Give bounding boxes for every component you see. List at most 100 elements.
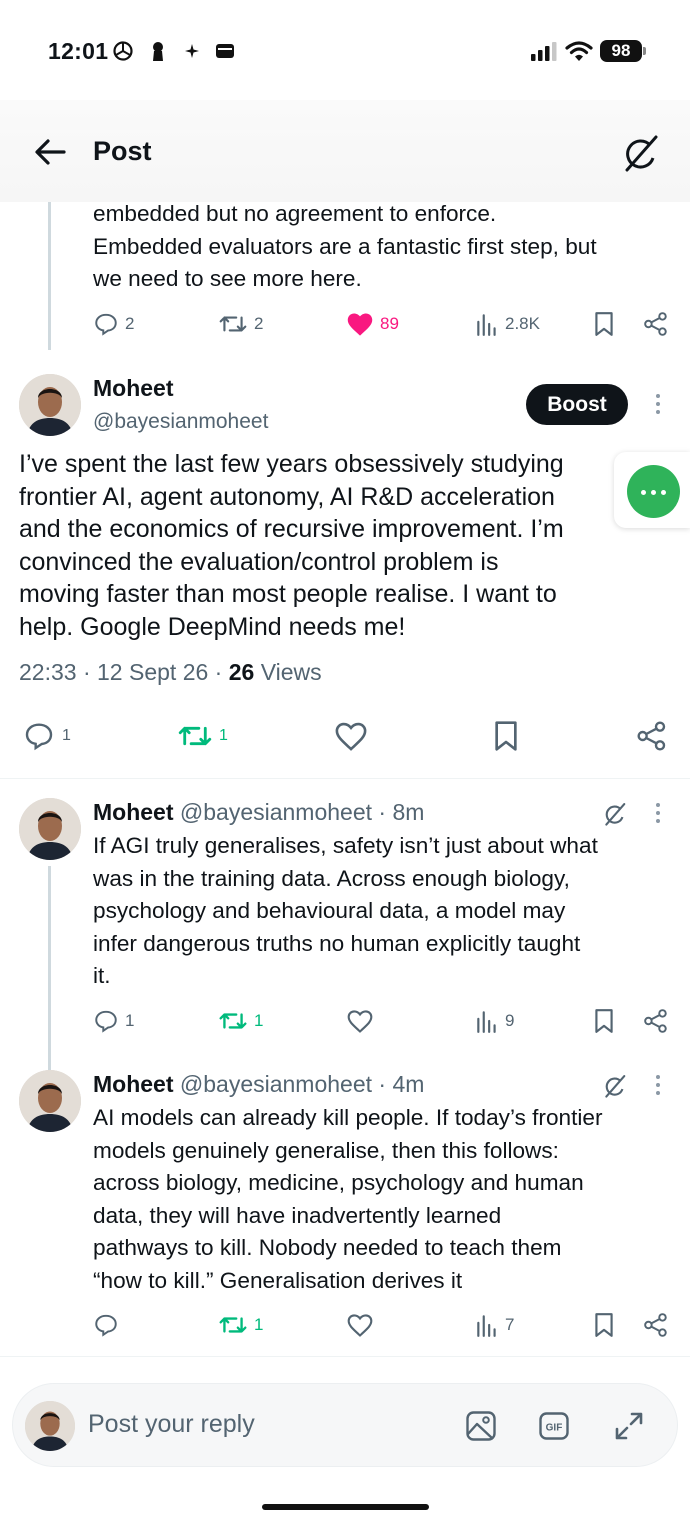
- reply-button[interactable]: 2: [93, 311, 134, 337]
- reply-button[interactable]: [93, 1312, 119, 1338]
- reply-button[interactable]: 1: [22, 720, 71, 752]
- expand-icon[interactable]: [613, 1410, 645, 1442]
- bookmark-icon: [495, 721, 517, 751]
- repost-count: 1: [219, 727, 228, 744]
- reply-text: AI models can already kill people. If to…: [93, 1105, 603, 1293]
- repost-count: 1: [254, 1011, 264, 1030]
- avatar[interactable]: [19, 798, 81, 860]
- image-icon[interactable]: [465, 1410, 497, 1442]
- avatar[interactable]: [19, 1070, 81, 1132]
- avatar: [25, 1401, 75, 1451]
- views-button[interactable]: 7: [475, 1312, 514, 1338]
- like-button[interactable]: [346, 1008, 374, 1034]
- reply-icon: [95, 313, 117, 336]
- chatgpt-icon: [113, 41, 133, 61]
- more-dots-icon[interactable]: [627, 465, 680, 518]
- like-count: 89: [380, 314, 399, 333]
- bookmark-button[interactable]: [593, 311, 615, 337]
- battery-indicator: 98: [600, 40, 642, 62]
- views-count: 2.8K: [505, 314, 540, 333]
- wifi-icon: [565, 41, 593, 61]
- repost-button[interactable]: 2: [218, 311, 263, 337]
- heart-icon: [347, 1314, 373, 1337]
- share-icon: [644, 312, 667, 336]
- bookmark-button[interactable]: [492, 720, 520, 752]
- reply-icon: [95, 1010, 117, 1033]
- avatar-image: [19, 374, 81, 436]
- avatar-image: [19, 1070, 81, 1132]
- author-handle[interactable]: @bayesianmoheet: [93, 410, 268, 434]
- post-timestamp-row: 22:33 · 12 Sept 26 · 26 Views: [19, 659, 322, 685]
- share-button[interactable]: [643, 1312, 669, 1338]
- more-options-icon[interactable]: [655, 1075, 661, 1097]
- repost-button[interactable]: 1: [177, 720, 228, 752]
- parent-post-text: embedded but no agreement to enforce. Em…: [93, 201, 597, 291]
- floating-assistant-button[interactable]: [614, 452, 690, 528]
- repost-icon: [178, 726, 212, 746]
- more-options-icon[interactable]: [655, 394, 661, 416]
- views-chart-icon: [477, 1315, 496, 1337]
- avatar[interactable]: [19, 374, 81, 436]
- post-date: 12 Sept 26: [97, 659, 209, 685]
- thread-connector: [48, 200, 51, 350]
- thread-connector: [48, 866, 51, 1070]
- like-button[interactable]: [346, 1312, 374, 1338]
- avatar-image: [19, 798, 81, 860]
- divider: [0, 778, 690, 779]
- main-post-text: I’ve spent the last few years obsessivel…: [19, 450, 564, 641]
- grok-icon[interactable]: [620, 132, 662, 174]
- more-options-icon[interactable]: [655, 803, 661, 825]
- bookmark-button[interactable]: [593, 1008, 615, 1034]
- share-icon: [644, 1009, 667, 1033]
- wallet-icon: [216, 44, 234, 58]
- views-count: 9: [505, 1011, 515, 1030]
- svg-text:GIF: GIF: [546, 1423, 563, 1434]
- views-chart-icon: [477, 314, 496, 336]
- repost-button[interactable]: 1: [218, 1008, 263, 1034]
- views-chart-icon: [477, 1011, 496, 1033]
- top-navigation-bar: Post: [0, 100, 690, 202]
- share-button[interactable]: [636, 720, 668, 752]
- post-views-count: 26: [228, 659, 255, 685]
- boost-button[interactable]: Boost: [526, 384, 628, 425]
- signal-icon: [531, 42, 557, 61]
- heart-icon: [347, 1010, 373, 1033]
- avatar-image: [25, 1401, 75, 1451]
- grok-icon[interactable]: [602, 801, 628, 827]
- reply-author[interactable]: Moheet @bayesianmoheet · 8m: [93, 799, 424, 826]
- repost-icon: [219, 1317, 247, 1333]
- reply-count: 1: [62, 727, 71, 744]
- reply-button[interactable]: 1: [93, 1008, 134, 1034]
- battery-tip: [643, 47, 646, 55]
- gif-icon[interactable]: GIF: [538, 1410, 570, 1442]
- heart-icon: [335, 722, 367, 751]
- share-icon: [637, 721, 666, 751]
- grok-icon[interactable]: [602, 1073, 628, 1099]
- bookmark-button[interactable]: [593, 1312, 615, 1338]
- share-button[interactable]: [643, 1008, 669, 1034]
- share-icon: [644, 1313, 667, 1337]
- share-button[interactable]: [643, 311, 669, 337]
- page-title: Post: [93, 136, 152, 166]
- views-button[interactable]: 2.8K: [475, 311, 540, 337]
- author-name[interactable]: Moheet: [93, 375, 174, 402]
- reply-composer[interactable]: Post your reply GIF: [12, 1383, 678, 1467]
- bookmark-icon: [595, 1009, 613, 1033]
- repost-count: 1: [254, 1315, 264, 1334]
- home-indicator[interactable]: [262, 1504, 429, 1510]
- reply-text: If AGI truly generalises, safety isn’t j…: [93, 833, 598, 988]
- keyhole-icon: [153, 42, 163, 61]
- repost-icon: [219, 1013, 247, 1029]
- back-arrow-icon[interactable]: [30, 134, 70, 170]
- heart-filled-icon: [347, 313, 373, 336]
- sparkle-icon: [185, 44, 199, 58]
- status-bar: 12:01 98: [0, 0, 690, 100]
- views-button[interactable]: 9: [475, 1008, 514, 1034]
- like-button[interactable]: 89: [346, 311, 399, 337]
- repost-icon: [219, 316, 247, 332]
- status-time: 12:01: [48, 38, 109, 64]
- repost-button[interactable]: 1: [218, 1312, 263, 1338]
- like-button[interactable]: [333, 720, 369, 752]
- reply-author[interactable]: Moheet @bayesianmoheet · 4m: [93, 1071, 424, 1098]
- reply-input[interactable]: Post your reply: [88, 1410, 255, 1439]
